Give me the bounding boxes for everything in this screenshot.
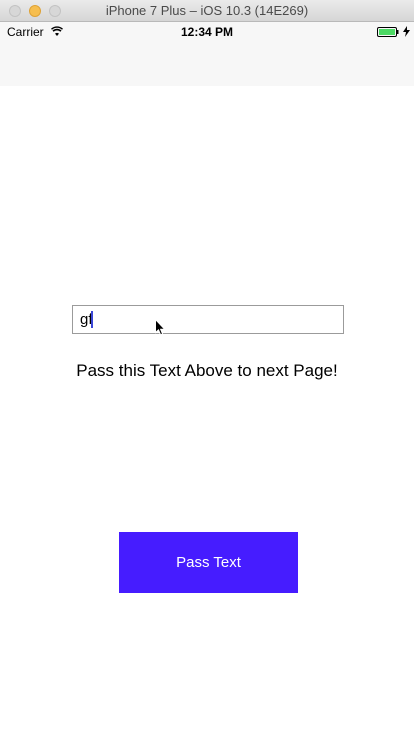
status-time: 12:34 PM bbox=[180, 25, 234, 39]
window-title: iPhone 7 Plus – iOS 10.3 (14E269) bbox=[105, 3, 309, 18]
simulator-title-bar: iPhone 7 Plus – iOS 10.3 (14E269) bbox=[0, 0, 414, 22]
pass-text-button[interactable]: Pass Text bbox=[119, 532, 298, 593]
navigation-bar bbox=[0, 42, 414, 86]
text-cursor bbox=[91, 311, 93, 328]
battery-icon bbox=[377, 27, 399, 37]
mouse-pointer-icon bbox=[155, 319, 166, 336]
charging-icon bbox=[403, 26, 410, 37]
text-input[interactable] bbox=[72, 305, 344, 334]
status-bar: Carrier 12:34 PM bbox=[0, 22, 414, 42]
instruction-label: Pass this Text Above to next Page! bbox=[76, 361, 338, 380]
